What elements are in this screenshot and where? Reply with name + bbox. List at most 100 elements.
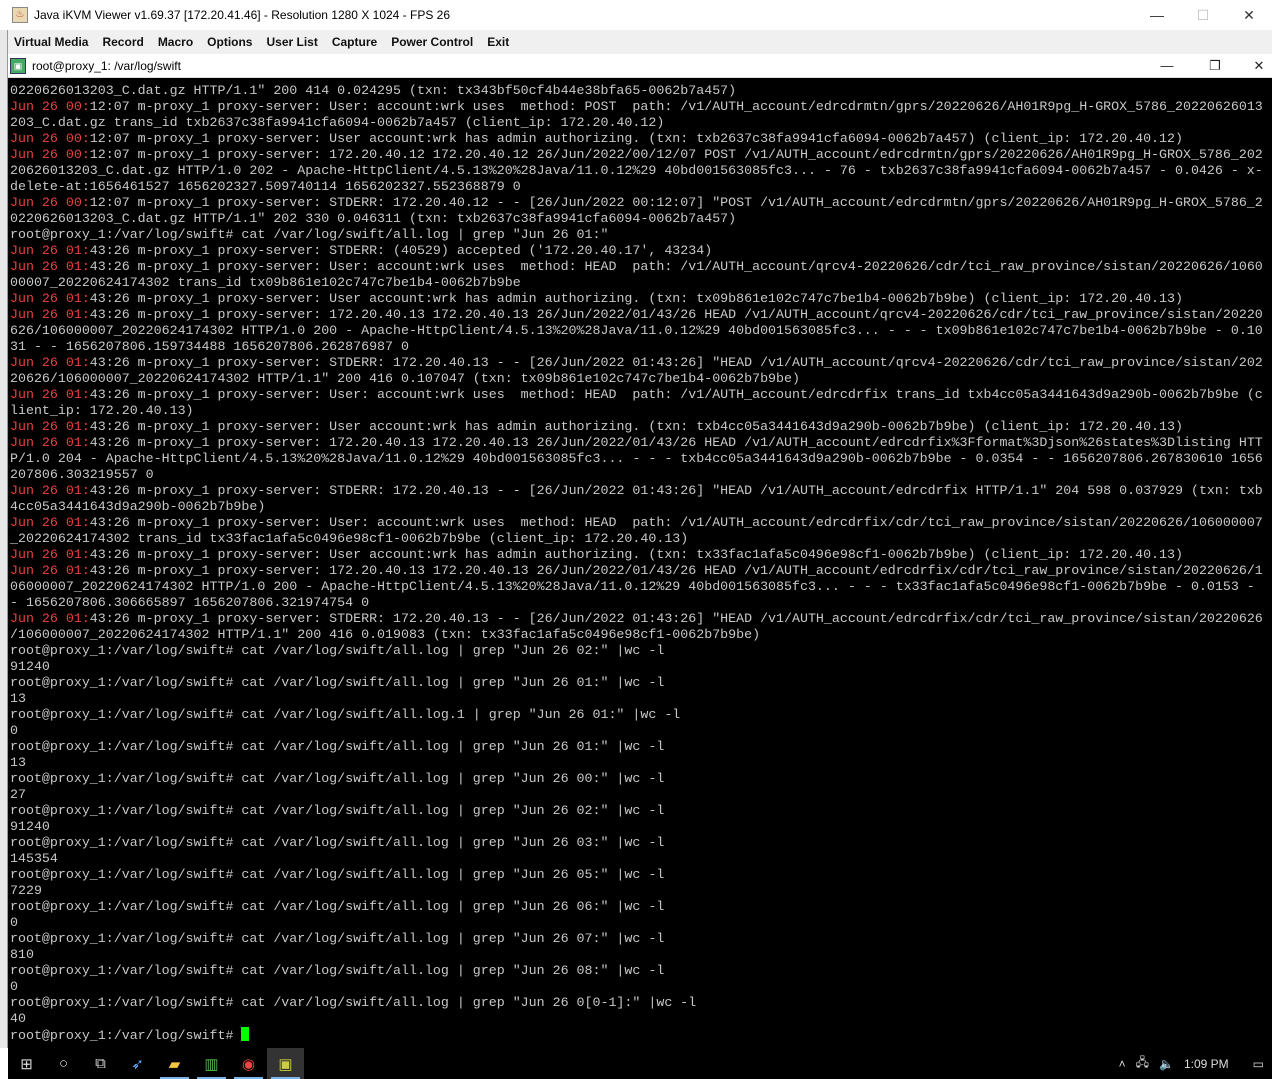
line-text: 43:26 m-proxy_1 proxy-server: 172.20.40.… <box>89 435 1263 450</box>
menu-exit[interactable]: Exit <box>487 35 509 49</box>
line-text: 20626/106000007_20220624174302 HTTP/1.1"… <box>10 371 800 386</box>
server-manager-icon[interactable]: ▥ <box>193 1048 230 1079</box>
terminal-line: Jun 26 01:43:26 m-proxy_1 proxy-server: … <box>10 355 1272 371</box>
menu-record[interactable]: Record <box>102 35 143 49</box>
terminal-line: 0220626013203_C.dat.gz HTTP/1.1" 200 414… <box>10 83 1272 99</box>
chrome-icon[interactable]: ◉ <box>230 1048 267 1079</box>
log-timestamp-prefix: Jun 26 01: <box>10 291 90 306</box>
menu-virtual-media[interactable]: Virtual Media <box>14 35 88 49</box>
line-text: root@proxy_1:/var/log/swift# cat /var/lo… <box>10 227 609 242</box>
line-text: P/1.0 204 - Apache-HttpClient/4.5.13%20%… <box>10 451 1263 466</box>
log-timestamp-prefix: Jun 26 01: <box>10 435 90 450</box>
menu-capture[interactable]: Capture <box>332 35 377 49</box>
terminal-line: root@proxy_1:/var/log/swift# cat /var/lo… <box>10 227 1272 243</box>
clock[interactable]: 1:09 PM <box>1184 1057 1229 1071</box>
line-text: root@proxy_1:/var/log/swift# cat /var/lo… <box>10 931 665 946</box>
terminal-line: Jun 26 01:43:26 m-proxy_1 proxy-server: … <box>10 483 1272 499</box>
terminal-line: Jun 26 00:12:07 m-proxy_1 proxy-server: … <box>10 131 1272 147</box>
terminal-line: 13 <box>10 755 1272 771</box>
terminal-line: 91240 <box>10 819 1272 835</box>
terminal-line: 0 <box>10 915 1272 931</box>
line-text: delete-at:1656461527 1656202327.50974011… <box>10 179 521 194</box>
terminal-output[interactable]: 0220626013203_C.dat.gz HTTP/1.1" 200 414… <box>8 78 1272 1048</box>
line-text: root@proxy_1:/var/log/swift# cat /var/lo… <box>10 963 665 978</box>
line-text: /106000007_20220624174302 HTTP/1.1" 200 … <box>10 627 761 642</box>
menu-power-control[interactable]: Power Control <box>391 35 473 49</box>
terminal-line: 0 <box>10 723 1272 739</box>
terminal-line: 0220626013203_C.dat.gz HTTP/1.1" 202 330… <box>10 211 1272 227</box>
file-explorer-icon[interactable]: ▰ <box>156 1048 193 1079</box>
terminal-line: Jun 26 01:43:26 m-proxy_1 proxy-server: … <box>10 243 1272 259</box>
volume-icon[interactable]: 🔈 <box>1159 1057 1174 1071</box>
line-text: _20220624174302 trans_id tx33fac1afa5c04… <box>10 531 689 546</box>
terminal-line: Jun 26 01:43:26 m-proxy_1 proxy-server: … <box>10 419 1272 435</box>
line-text: 43:26 m-proxy_1 proxy-server: STDERR: 17… <box>89 611 1263 626</box>
terminal-line: root@proxy_1:/var/log/swift# cat /var/lo… <box>10 995 1272 1011</box>
terminal-line: lient_ip: 172.20.40.13) <box>10 403 1272 419</box>
terminal-line: - 1656207806.306665897 1656207806.321974… <box>10 595 1272 611</box>
menu-macro[interactable]: Macro <box>158 35 193 49</box>
network-icon[interactable]: 🖧 <box>1136 1053 1149 1074</box>
search-icon[interactable]: ○ <box>45 1048 82 1079</box>
terminal-line: /106000007_20220624174302 HTTP/1.1" 200 … <box>10 627 1272 643</box>
terminal-line: 40 <box>10 1011 1272 1027</box>
line-text: 43:26 m-proxy_1 proxy-server: 172.20.40.… <box>89 307 1263 322</box>
terminal-title-bar: ▣ root@proxy_1: /var/log/swift — ❐ ✕ <box>8 54 1272 78</box>
line-text: 20626013203_C.dat.gz HTTP/1.0 202 - Apac… <box>10 163 1263 178</box>
text-cursor <box>241 1027 250 1041</box>
log-timestamp-prefix: Jun 26 01: <box>10 563 90 578</box>
terminal-line: 203_C.dat.gz trans_id txb2637c38fa9941cf… <box>10 115 1272 131</box>
line-text: 0 <box>10 915 18 930</box>
minimize-button[interactable]: — <box>1134 0 1180 30</box>
network-tool-icon[interactable]: ➶ <box>119 1048 156 1079</box>
close-button[interactable]: ✕ <box>1226 0 1272 30</box>
terminal-line: root@proxy_1:/var/log/swift# cat /var/lo… <box>10 963 1272 979</box>
line-text: 40 <box>10 1011 26 1026</box>
task-view-icon[interactable]: ⧉ <box>82 1048 119 1079</box>
terminal-line: root@proxy_1:/var/log/swift# cat /var/lo… <box>10 739 1272 755</box>
terminal-line: root@proxy_1:/var/log/swift# cat /var/lo… <box>10 867 1272 883</box>
terminal-line: Jun 26 00:12:07 m-proxy_1 proxy-server: … <box>10 195 1272 211</box>
log-timestamp-prefix: Jun 26 00: <box>10 131 90 146</box>
prompt-line: root@proxy_1:/var/log/swift# <box>10 1027 1272 1044</box>
log-timestamp-prefix: Jun 26 01: <box>10 515 90 530</box>
terminal-line: root@proxy_1:/var/log/swift# cat /var/lo… <box>10 643 1272 659</box>
terminal-minimize-button[interactable]: — <box>1144 54 1190 78</box>
start-button[interactable]: ⊞ <box>8 1048 45 1079</box>
terminal-line: 31 - - 1656207806.159734488 1656207806.2… <box>10 339 1272 355</box>
line-text: 810 <box>10 947 34 962</box>
background-window-edge <box>0 30 8 1048</box>
line-text: 43:26 m-proxy_1 proxy-server: STDERR: 17… <box>89 483 1263 498</box>
terminal-line: 7229 <box>10 883 1272 899</box>
terminal-line: root@proxy_1:/var/log/swift# cat /var/lo… <box>10 931 1272 947</box>
terminal-line: root@proxy_1:/var/log/swift# cat /var/lo… <box>10 803 1272 819</box>
putty-taskbar-icon[interactable]: ▣ <box>267 1048 304 1079</box>
log-timestamp-prefix: Jun 26 00: <box>10 147 90 162</box>
line-text: 27 <box>10 787 26 802</box>
log-timestamp-prefix: Jun 26 01: <box>10 483 90 498</box>
terminal-line: Jun 26 01:43:26 m-proxy_1 proxy-server: … <box>10 259 1272 275</box>
log-timestamp-prefix: Jun 26 01: <box>10 259 90 274</box>
line-text: - 1656207806.306665897 1656207806.321974… <box>10 595 370 610</box>
terminal-line: 20626013203_C.dat.gz HTTP/1.0 202 - Apac… <box>10 163 1272 179</box>
maximize-button[interactable]: ☐ <box>1180 0 1226 30</box>
line-text: root@proxy_1:/var/log/swift# cat /var/lo… <box>10 803 665 818</box>
terminal-restore-button[interactable]: ❐ <box>1192 54 1238 78</box>
menu-user-list[interactable]: User List <box>266 35 317 49</box>
line-text: 43:26 m-proxy_1 proxy-server: User accou… <box>89 291 1183 306</box>
line-text: 43:26 m-proxy_1 proxy-server: User: acco… <box>89 387 1263 402</box>
terminal-line: 00007_20220624174302 trans_id tx09b861e1… <box>10 275 1272 291</box>
log-timestamp-prefix: Jun 26 01: <box>10 611 90 626</box>
tray-chevron-up-icon[interactable]: ˄ <box>1119 1057 1126 1071</box>
terminal-title: root@proxy_1: /var/log/swift <box>32 58 181 73</box>
log-timestamp-prefix: Jun 26 01: <box>10 355 90 370</box>
terminal-close-button[interactable]: ✕ <box>1236 54 1272 78</box>
line-text: 0 <box>10 723 18 738</box>
notifications-icon[interactable]: ▭ <box>1253 1057 1264 1071</box>
menu-options[interactable]: Options <box>207 35 252 49</box>
line-text: 12:07 m-proxy_1 proxy-server: 172.20.40.… <box>89 147 1263 162</box>
line-text: root@proxy_1:/var/log/swift# cat /var/lo… <box>10 643 665 658</box>
log-timestamp-prefix: Jun 26 00: <box>10 99 90 114</box>
line-text: root@proxy_1:/var/log/swift# cat /var/lo… <box>10 899 665 914</box>
terminal-line: 4cc05a3441643d9a290b-0062b7b9be) <box>10 499 1272 515</box>
